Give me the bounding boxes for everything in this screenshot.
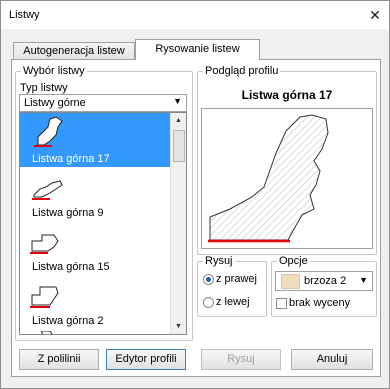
chevron-down-icon: ▼	[359, 275, 368, 285]
tab-drawing-label: Rysowanie listew	[155, 43, 240, 55]
list-scrollbar[interactable]: ▲ ▼	[170, 113, 186, 334]
cancel-button[interactable]: Anuluj	[291, 349, 373, 370]
profile-thumbnail	[30, 234, 59, 254]
radio-left-label: z lewej	[216, 296, 250, 308]
scroll-thumb[interactable]	[173, 130, 185, 162]
profile-preview-legend: Podgląd profilu	[205, 65, 279, 77]
list-item-label: Listwa górna 2	[32, 315, 104, 327]
close-icon[interactable]: ✕	[368, 8, 382, 22]
options-legend: Opcje	[279, 255, 308, 267]
chevron-down-icon: ▼	[173, 96, 182, 106]
draw-side-legend: Rysuj	[205, 255, 233, 267]
list-item-gorna-2[interactable]: Listwa górna 2	[20, 275, 172, 329]
list-item-label: Listwa górna 17	[32, 153, 110, 165]
window-title: Listwy	[9, 9, 40, 21]
profile-editor-button[interactable]: Edytor profili	[106, 349, 186, 370]
moulding-select-legend: Wybór listwy	[23, 65, 85, 77]
list-item-gorna-9[interactable]: Listwa górna 9	[20, 167, 172, 221]
from-polyline-button[interactable]: Z polilinii	[19, 349, 99, 370]
radio-right[interactable]	[203, 274, 214, 285]
no-price-checkbox[interactable]	[276, 298, 287, 309]
scroll-up-icon[interactable]: ▲	[171, 113, 186, 128]
material-select[interactable]: brzoza 2 ▼	[275, 271, 373, 291]
list-item-gorna-17[interactable]: Listwa górna 17	[20, 113, 172, 167]
radio-right-label: z prawej	[216, 273, 257, 285]
tab-drawing[interactable]: Rysowanie listew	[135, 39, 260, 60]
no-price-label: brak wyceny	[289, 297, 351, 309]
draw-button[interactable]: Rysuj	[201, 349, 281, 370]
profile-thumbnail	[32, 180, 63, 200]
list-item-label: Listwa górna 15	[32, 261, 110, 273]
tab-autogeneration-label: Autogeneracja listew	[23, 45, 125, 57]
profile-drawing	[208, 114, 329, 243]
list-item-partial[interactable]	[20, 329, 172, 334]
dialog-window: Listwy ✕ Autogeneracja listew Rysowanie …	[0, 0, 390, 389]
title-bar: Listwy ✕	[1, 1, 389, 29]
profile-preview	[201, 108, 373, 249]
type-select[interactable]: Listwy górne ▼	[19, 94, 187, 112]
list-item-gorna-15[interactable]: Listwa górna 15	[20, 221, 172, 275]
material-swatch	[281, 274, 300, 289]
list-item-label: Listwa górna 9	[32, 207, 104, 219]
type-select-value: Listwy górne	[24, 97, 86, 109]
material-select-value: brzoza 2	[304, 275, 347, 287]
radio-left[interactable]	[203, 297, 214, 308]
type-label: Typ listwy	[20, 82, 68, 94]
profile-thumbnail	[34, 116, 63, 147]
profile-title: Listwa górna 17	[241, 88, 333, 102]
tab-strip: Autogeneracja listew Rysowanie listew	[11, 39, 381, 60]
tab-autogeneration[interactable]: Autogeneracja listew	[13, 42, 135, 59]
profile-thumbnail	[41, 331, 53, 334]
moulding-list[interactable]: Listwa górna 17 Listwa górna 9 Listwa gó…	[19, 112, 187, 335]
scroll-down-icon[interactable]: ▼	[171, 319, 186, 334]
profile-thumbnail	[30, 286, 59, 308]
